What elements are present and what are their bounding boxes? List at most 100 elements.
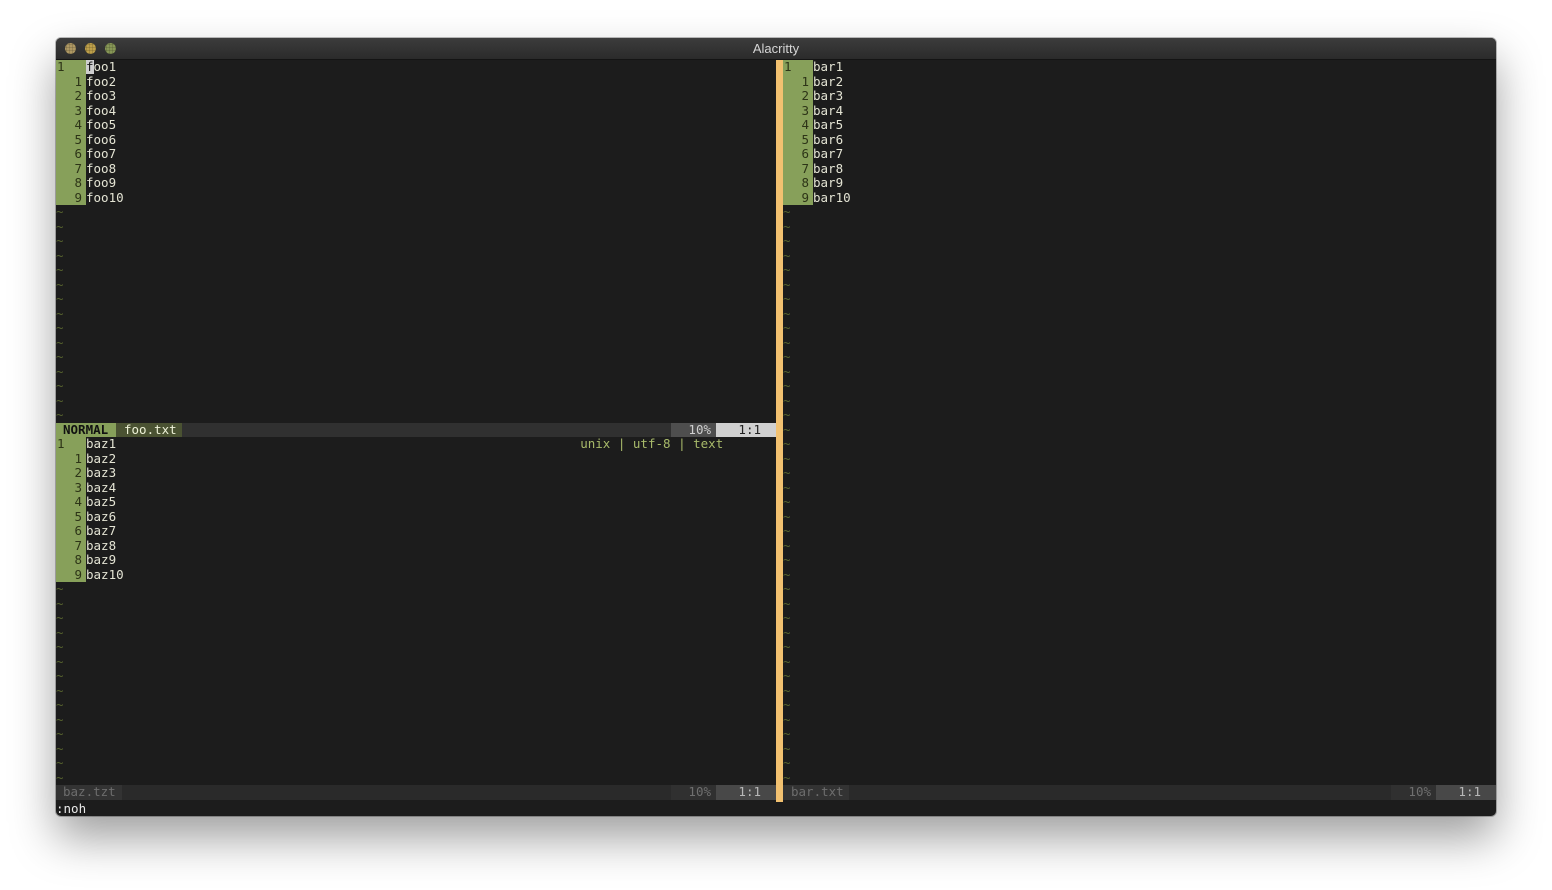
- statusline-filename: foo.txt: [116, 422, 182, 437]
- line-number: 8: [56, 552, 86, 568]
- line-text: foo5: [86, 117, 117, 132]
- line-number: 1: [783, 60, 813, 75]
- terminal-window: Alacritty 1 foo1 1 foo2 2 foo3 3 foo4 4 foo5 5 foo6…: [56, 38, 1496, 816]
- empty-line-marker: ~: [783, 552, 791, 567]
- empty-line-marker: ~: [783, 769, 791, 785]
- line-text: foo1: [86, 60, 116, 75]
- statusline-baz: baz.tzt 10% 1:1: [56, 784, 776, 800]
- line-number: 6: [56, 523, 86, 539]
- line-text: baz7: [86, 523, 117, 538]
- empty-line-marker: ~: [783, 668, 791, 683]
- editor-pane-foo[interactable]: 1 foo1 1 foo2 2 foo3 3 foo4 4 foo5 5 foo6 6 foo7 7 foo8…: [56, 60, 776, 423]
- empty-line-marker: ~: [783, 697, 791, 712]
- line-text: bar5: [813, 117, 844, 132]
- line-number: 8: [56, 175, 86, 191]
- line-text: bar8: [813, 160, 844, 176]
- empty-line-marker: ~: [783, 479, 791, 495]
- line-number: 7: [56, 161, 86, 176]
- empty-line-marker: ~: [56, 262, 64, 277]
- empty-line-marker: ~: [56, 653, 64, 669]
- line-text: baz9: [86, 552, 117, 567]
- empty-line-marker: ~: [783, 494, 791, 509]
- line-number: 8: [783, 175, 813, 191]
- line-number: 7: [783, 161, 813, 176]
- line-number: 5: [56, 509, 86, 524]
- empty-line-marker: ~: [783, 363, 791, 379]
- empty-line-marker: ~: [783, 450, 791, 466]
- empty-line-marker: ~: [783, 407, 791, 422]
- empty-line-marker: ~: [783, 523, 791, 538]
- empty-line-marker: ~: [56, 392, 64, 408]
- empty-line-marker: ~: [783, 465, 791, 480]
- empty-line-marker: ~: [783, 740, 791, 756]
- empty-line-marker: ~: [783, 711, 791, 727]
- line-number: 6: [56, 146, 86, 162]
- line-text: foo9: [86, 175, 117, 190]
- line-number: 4: [56, 494, 86, 510]
- line-text: foo3: [86, 88, 117, 103]
- empty-line-marker: ~: [783, 233, 791, 248]
- editor-pane-baz[interactable]: 1 baz1 1 baz2 2 baz3 3 baz4 4 baz5 5 baz6 6 baz7 7 baz8…: [56, 437, 776, 785]
- text-cursor: f: [86, 60, 94, 74]
- statusline-percent: 10%: [671, 422, 716, 437]
- mode-indicator: NORMAL: [56, 422, 116, 437]
- empty-line-marker: ~: [56, 610, 64, 625]
- statusline-position: 1:1: [716, 422, 776, 437]
- line-text: baz8: [86, 537, 117, 553]
- line-number: 9: [56, 190, 86, 205]
- statusline-filename: baz.tzt: [56, 784, 122, 800]
- empty-line-marker: ~: [56, 247, 64, 263]
- command-line[interactable]: :noh: [56, 801, 86, 816]
- empty-line-marker: ~: [56, 668, 64, 683]
- line-number: 3: [783, 103, 813, 118]
- statusline-fileinfo: unix | utf-8 | text: [580, 436, 724, 451]
- empty-line-marker: ~: [783, 610, 791, 625]
- empty-line-marker: ~: [56, 349, 64, 364]
- line-text: baz4: [86, 479, 117, 495]
- empty-line-marker: ~: [783, 349, 791, 364]
- line-number: 3: [56, 480, 86, 495]
- empty-line-marker: ~: [56, 726, 64, 741]
- line-number: 5: [783, 132, 813, 147]
- empty-line-marker: ~: [56, 334, 64, 350]
- empty-line-marker: ~: [783, 334, 791, 350]
- line-number: 4: [56, 117, 86, 133]
- line-number: 1: [56, 437, 86, 452]
- line-number: 9: [783, 190, 813, 205]
- line-number: 5: [56, 132, 86, 147]
- line-number: 1: [56, 60, 86, 75]
- empty-line-marker: ~: [783, 436, 791, 451]
- empty-line-marker: ~: [56, 378, 64, 393]
- statusline-bar: bar.txt 10% 1:1: [783, 784, 1496, 800]
- empty-line-marker: ~: [56, 320, 64, 335]
- line-number: 4: [783, 117, 813, 133]
- empty-line-marker: ~: [56, 407, 64, 422]
- empty-line-marker: ~: [783, 581, 791, 596]
- line-text: baz3: [86, 465, 117, 480]
- line-text: foo4: [86, 102, 117, 118]
- empty-line-marker: ~: [56, 639, 64, 654]
- window-title: Alacritty: [752, 41, 800, 56]
- empty-line-marker: ~: [783, 218, 791, 234]
- empty-line-marker: ~: [783, 726, 791, 741]
- empty-line-marker: ~: [56, 363, 64, 379]
- empty-line-marker: ~: [56, 291, 64, 306]
- empty-line-marker: ~: [783, 508, 791, 524]
- editor-pane-bar[interactable]: 1 bar1 1 bar2 2 bar3 3 bar4 4 bar5 5 bar6 6 bar7 7 bar8…: [783, 60, 1496, 785]
- line-number: 7: [56, 538, 86, 553]
- line-text: bar4: [813, 102, 844, 118]
- vim-editor[interactable]: 1 foo1 1 foo2 2 foo3 3 foo4 4 foo5 5 foo6 6 foo7 7 foo8…: [56, 60, 1496, 816]
- line-text: bar3: [813, 88, 844, 103]
- statusline-position: 1:1: [1436, 784, 1496, 800]
- line-text: bar1: [813, 60, 844, 74]
- line-text: bar10: [813, 189, 851, 205]
- line-text: bar7: [813, 146, 844, 161]
- line-text: bar6: [813, 131, 844, 147]
- vertical-split-separator[interactable]: [776, 60, 783, 802]
- line-text: foo2: [86, 73, 117, 89]
- title-bar: Alacritty: [56, 38, 1496, 60]
- line-text: baz1: [86, 437, 117, 451]
- empty-line-marker: ~: [783, 421, 791, 437]
- empty-line-marker: ~: [56, 233, 64, 248]
- line-number: 6: [783, 146, 813, 162]
